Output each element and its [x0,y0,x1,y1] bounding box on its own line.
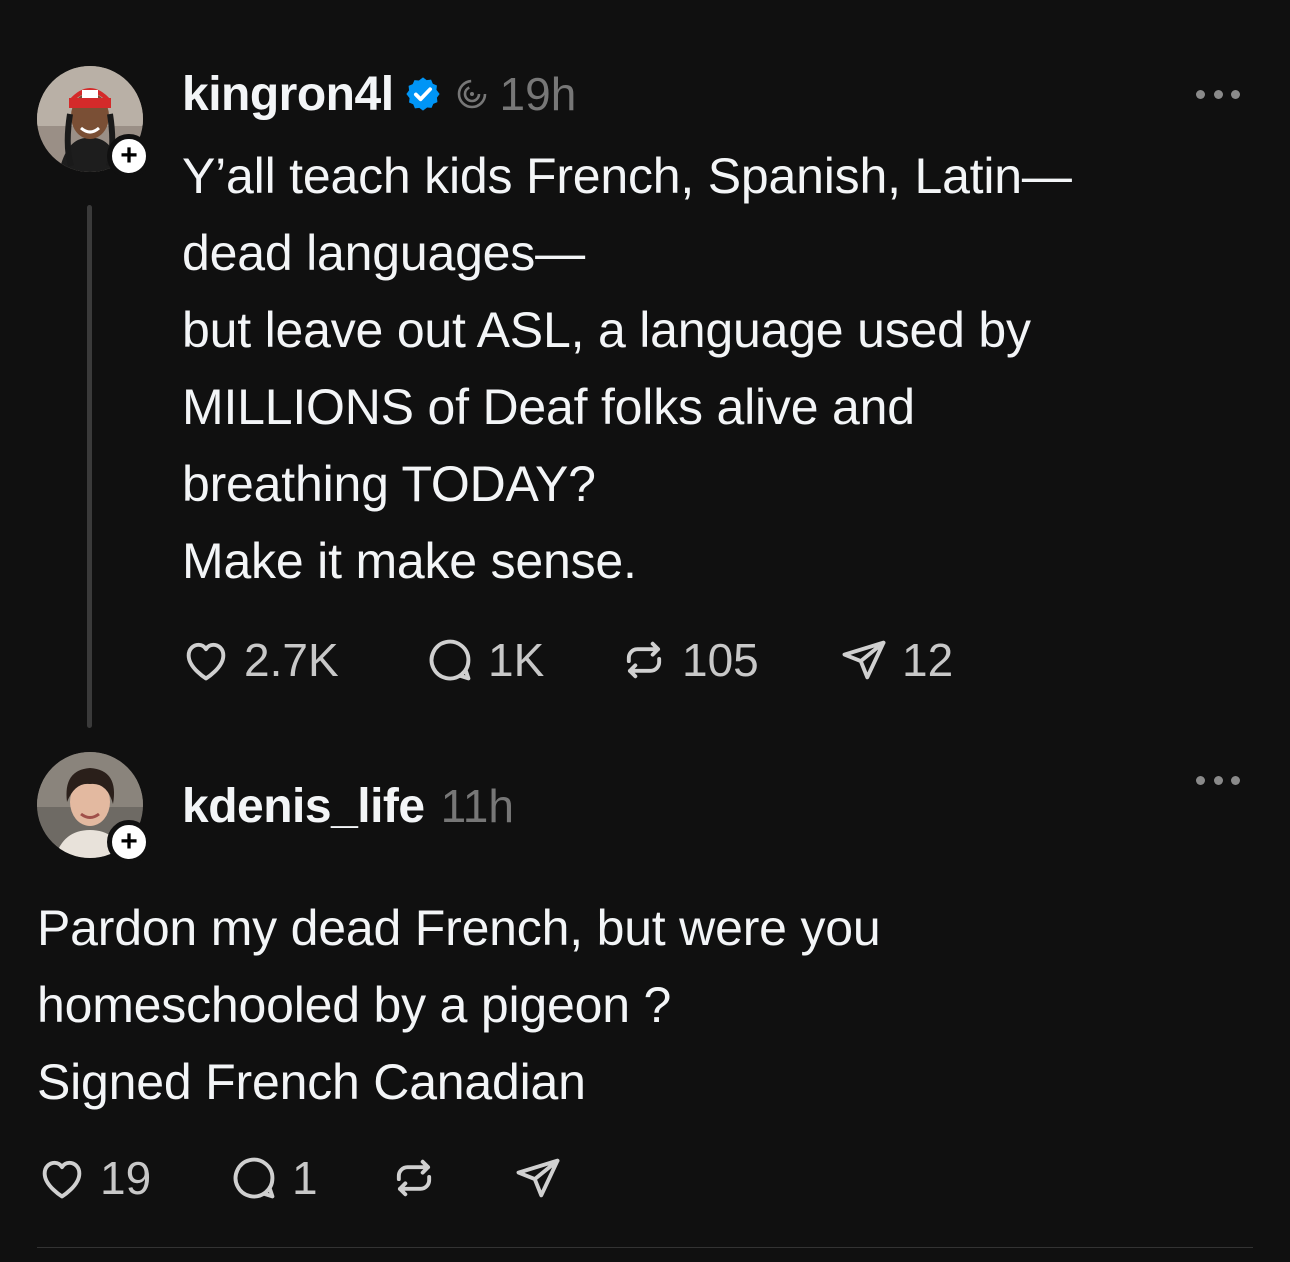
plus-icon[interactable]: + [107,820,151,864]
repost-button[interactable] [388,1152,512,1204]
post-time: 19h [499,68,577,120]
send-plane-icon [842,640,886,680]
avatar[interactable]: + [37,752,151,864]
thread-connector-line [87,205,92,728]
like-button[interactable]: 19 [36,1151,228,1205]
like-count: 2.7K [244,634,339,686]
post-actions: 19 1 [36,1148,576,1208]
post-paragraph: Y’all teach kids French, Spanish, Latin—… [182,148,1072,281]
like-count: 19 [100,1152,152,1204]
heart-icon [42,1160,82,1199]
post-paragraph: Pardon my dead French, but were you home… [37,900,881,1033]
more-dots-icon[interactable] [1196,774,1240,786]
send-plane-icon [516,1158,560,1198]
post-paragraph: but leave out ASL, a language used by MI… [182,302,1031,512]
post-header: kingron4l 19h [182,62,576,126]
share-count: 12 [902,634,954,686]
comment-bubble-icon [429,639,471,681]
repost-arrows-icon [396,1159,432,1197]
post-body: Y’all teach kids French, Spanish, Latin—… [182,138,1072,600]
post-body: Pardon my dead French, but were you home… [37,890,881,1121]
avatar[interactable]: + [37,66,151,178]
comment-bubble-icon [233,1157,275,1199]
post-paragraph: Signed French Canadian [37,1054,586,1110]
plus-icon[interactable]: + [107,134,151,178]
repost-arrows-icon [626,641,662,679]
thread-post: + kingron4l 19h Y’all teach kids French,… [0,0,1290,740]
reply-count: 1K [488,634,545,686]
post-actions: 2.7K 1K 105 12 [180,630,953,690]
post-paragraph: Make it make sense. [182,533,637,589]
more-dots-icon[interactable] [1196,88,1240,100]
username[interactable]: kingron4l [182,67,394,122]
repost-count: 105 [682,634,759,686]
repost-button[interactable]: 105 [618,633,838,687]
post-divider [37,1247,1253,1248]
reply-button[interactable]: 1 [228,1151,388,1205]
activity-ring-icon [457,79,486,109]
verified-badge-icon [405,77,440,111]
like-button[interactable]: 2.7K [180,633,424,687]
username[interactable]: kdenis_life [182,779,425,834]
post-time: 11h [440,780,514,832]
heart-icon [186,642,226,681]
share-button[interactable]: 12 [838,633,953,687]
reply-count: 1 [292,1152,318,1204]
post-header: kdenis_life 11h [182,774,514,838]
reply-post: + kdenis_life 11h Pardon my dead French,… [0,740,1290,1262]
reply-button[interactable]: 1K [424,633,618,687]
share-button[interactable] [512,1152,576,1204]
